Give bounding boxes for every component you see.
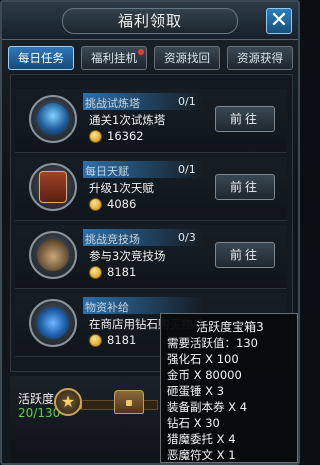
task-reward: 8181 — [107, 265, 137, 279]
tab-resource-obtain[interactable]: 资源获得 — [227, 46, 293, 70]
go-button[interactable]: 前往 — [215, 242, 275, 268]
tooltip-title: 活跃度宝箱3 — [196, 320, 264, 334]
task-progress: 0/1 — [178, 95, 196, 108]
task-row: 每日天赋 0/1 升级1次天赋 4086 前往 — [15, 157, 287, 221]
task-row: 挑战竞技场 0/3 参与3次竞技场 8181 前往 — [15, 225, 287, 289]
activity-label: 活跃度 — [18, 392, 55, 406]
window-title: 福利领取 — [62, 8, 238, 34]
tower-icon — [37, 103, 69, 135]
title-bar: 福利领取 ✕ — [2, 2, 298, 40]
supply-bag-icon — [37, 307, 69, 339]
task-icon-frame — [29, 231, 77, 279]
chest-reward-tooltip: 活跃度宝箱3 需要活跃值：130 强化石 X 100 金币 X 80000 砸蛋… — [160, 313, 298, 463]
treasure-chest-icon[interactable] — [114, 390, 144, 414]
task-title: 挑战试炼塔 — [85, 97, 140, 110]
task-reward: 16362 — [107, 129, 144, 143]
task-icon-frame — [29, 299, 77, 347]
task-description: 参与3次竞技场 — [89, 249, 166, 263]
talent-book-icon — [39, 171, 67, 203]
tooltip-line: 猎魔委托 X 4 — [167, 432, 236, 446]
go-button[interactable]: 前往 — [215, 174, 275, 200]
tooltip-line: 金币 X 80000 — [167, 368, 242, 382]
tooltip-line: 砸蛋锤 X 3 — [167, 384, 225, 398]
task-description: 通关1次试炼塔 — [89, 113, 166, 127]
task-title: 每日天赋 — [85, 165, 129, 178]
coin-icon — [89, 198, 102, 211]
coin-icon — [89, 266, 102, 279]
task-progress: 0/1 — [178, 163, 196, 176]
activity-value: 20/130 — [18, 406, 61, 420]
tooltip-line: 需要活跃值：130 — [167, 336, 258, 350]
tab-welfare-afk[interactable]: 福利挂机 — [81, 46, 147, 70]
tooltip-line: 强化石 X 100 — [167, 352, 239, 366]
task-title: 挑战竞技场 — [85, 233, 140, 246]
close-button[interactable]: ✕ — [266, 8, 292, 34]
task-description: 升级1次天赋 — [89, 181, 154, 195]
star-icon: ★ — [54, 388, 82, 416]
task-icon-frame — [29, 163, 77, 211]
go-button[interactable]: 前往 — [215, 106, 275, 132]
task-progress: 0/3 — [178, 231, 196, 244]
close-icon: ✕ — [269, 8, 289, 33]
tooltip-line: 钻石 X 30 — [167, 416, 220, 430]
task-icon-frame — [29, 95, 77, 143]
task-reward: 8181 — [107, 333, 137, 347]
tab-daily-tasks[interactable]: 每日任务 — [8, 46, 74, 70]
coin-icon — [89, 334, 102, 347]
task-reward: 4086 — [107, 197, 137, 211]
tab-resource-recovery[interactable]: 资源找回 — [154, 46, 220, 70]
tooltip-line: 恶魔符文 X 1 — [167, 448, 236, 462]
task-title: 物资补给 — [85, 301, 129, 314]
tab-label: 福利挂机 — [91, 51, 137, 65]
tab-bar: 每日任务 福利挂机 资源找回 资源获得 — [8, 46, 294, 70]
tooltip-line: 装备副本券 X 4 — [167, 400, 248, 414]
task-row: 挑战试炼塔 0/1 通关1次试炼塔 16362 前往 — [15, 89, 287, 153]
arena-icon — [37, 239, 69, 271]
coin-icon — [89, 130, 102, 143]
notification-dot — [138, 49, 144, 55]
